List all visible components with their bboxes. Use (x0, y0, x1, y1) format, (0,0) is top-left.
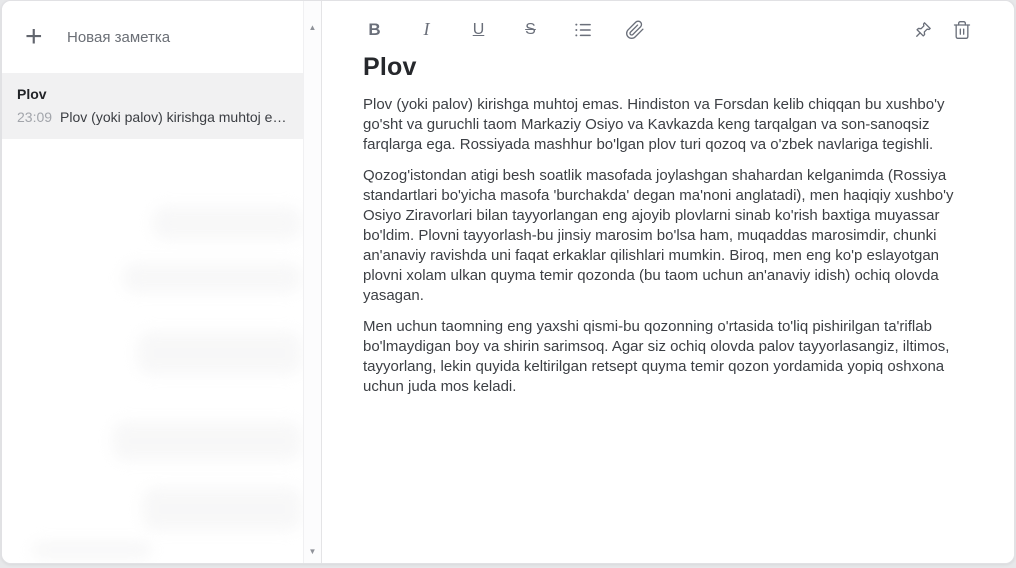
note-item-meta: 23:09 Plov (yoki palov) kirishga muhtoj … (17, 109, 289, 125)
attach-button[interactable] (623, 18, 646, 41)
bold-button[interactable]: B (363, 18, 386, 41)
pin-icon (913, 20, 933, 40)
trash-icon (952, 20, 972, 40)
note-paragraph[interactable]: Men uchun taomning eng yaxshi qismi-bu q… (363, 317, 975, 397)
note-paragraph[interactable]: Plov (yoki palov) kirishga muhtoj emas. … (363, 95, 975, 155)
delete-note-button[interactable] (950, 18, 973, 41)
blurred-note-placeholder (122, 263, 302, 293)
blurred-note-placeholder (32, 541, 152, 559)
plus-icon: + (25, 22, 59, 52)
bullet-list-button[interactable] (571, 18, 594, 41)
editor-toolbar: B I U S (322, 1, 1015, 51)
note-title[interactable]: Plov (363, 53, 975, 82)
note-item-preview: Plov (yoki palov) kirishga muhtoj em... (60, 109, 289, 125)
note-list: + Новая заметка Plov 23:09 Plov (yoki pa… (2, 1, 303, 563)
paperclip-icon (625, 20, 645, 40)
note-list-item-selected[interactable]: Plov 23:09 Plov (yoki palov) kirishga mu… (2, 73, 303, 139)
underline-button[interactable]: U (467, 18, 490, 41)
italic-icon: I (424, 19, 430, 40)
blurred-note-placeholder (112, 421, 302, 461)
blurred-note-placeholder (152, 206, 302, 240)
pin-note-button[interactable] (911, 18, 934, 41)
blurred-note-placeholder (137, 331, 302, 375)
italic-button[interactable]: I (415, 18, 438, 41)
note-editor-content[interactable]: Plov Plov (yoki palov) kirishga muhtoj e… (322, 51, 1015, 408)
scroll-down-icon[interactable]: ▼ (304, 547, 321, 556)
note-item-time: 23:09 (17, 109, 52, 125)
notes-app-window: + Новая заметка Plov 23:09 Plov (yoki pa… (1, 0, 1015, 564)
strikethrough-icon: S (525, 21, 536, 39)
scroll-up-icon[interactable]: ▲ (304, 23, 321, 32)
sidebar: + Новая заметка Plov 23:09 Plov (yoki pa… (2, 1, 322, 563)
bullet-list-icon (573, 20, 593, 40)
toolbar-right-group (895, 18, 973, 41)
bold-icon: B (368, 20, 380, 40)
blurred-note-placeholder (142, 487, 302, 531)
underline-icon: U (473, 21, 485, 39)
sidebar-scrollbar[interactable]: ▲ ▼ (303, 1, 321, 563)
note-paragraph[interactable]: Qozog'istondan atigi besh soatlik masofa… (363, 166, 975, 306)
note-item-title: Plov (17, 86, 289, 102)
strikethrough-button[interactable]: S (519, 18, 542, 41)
new-note-button[interactable]: + Новая заметка (2, 1, 303, 73)
editor-pane: B I U S (322, 1, 1015, 563)
new-note-label: Новая заметка (67, 29, 170, 46)
